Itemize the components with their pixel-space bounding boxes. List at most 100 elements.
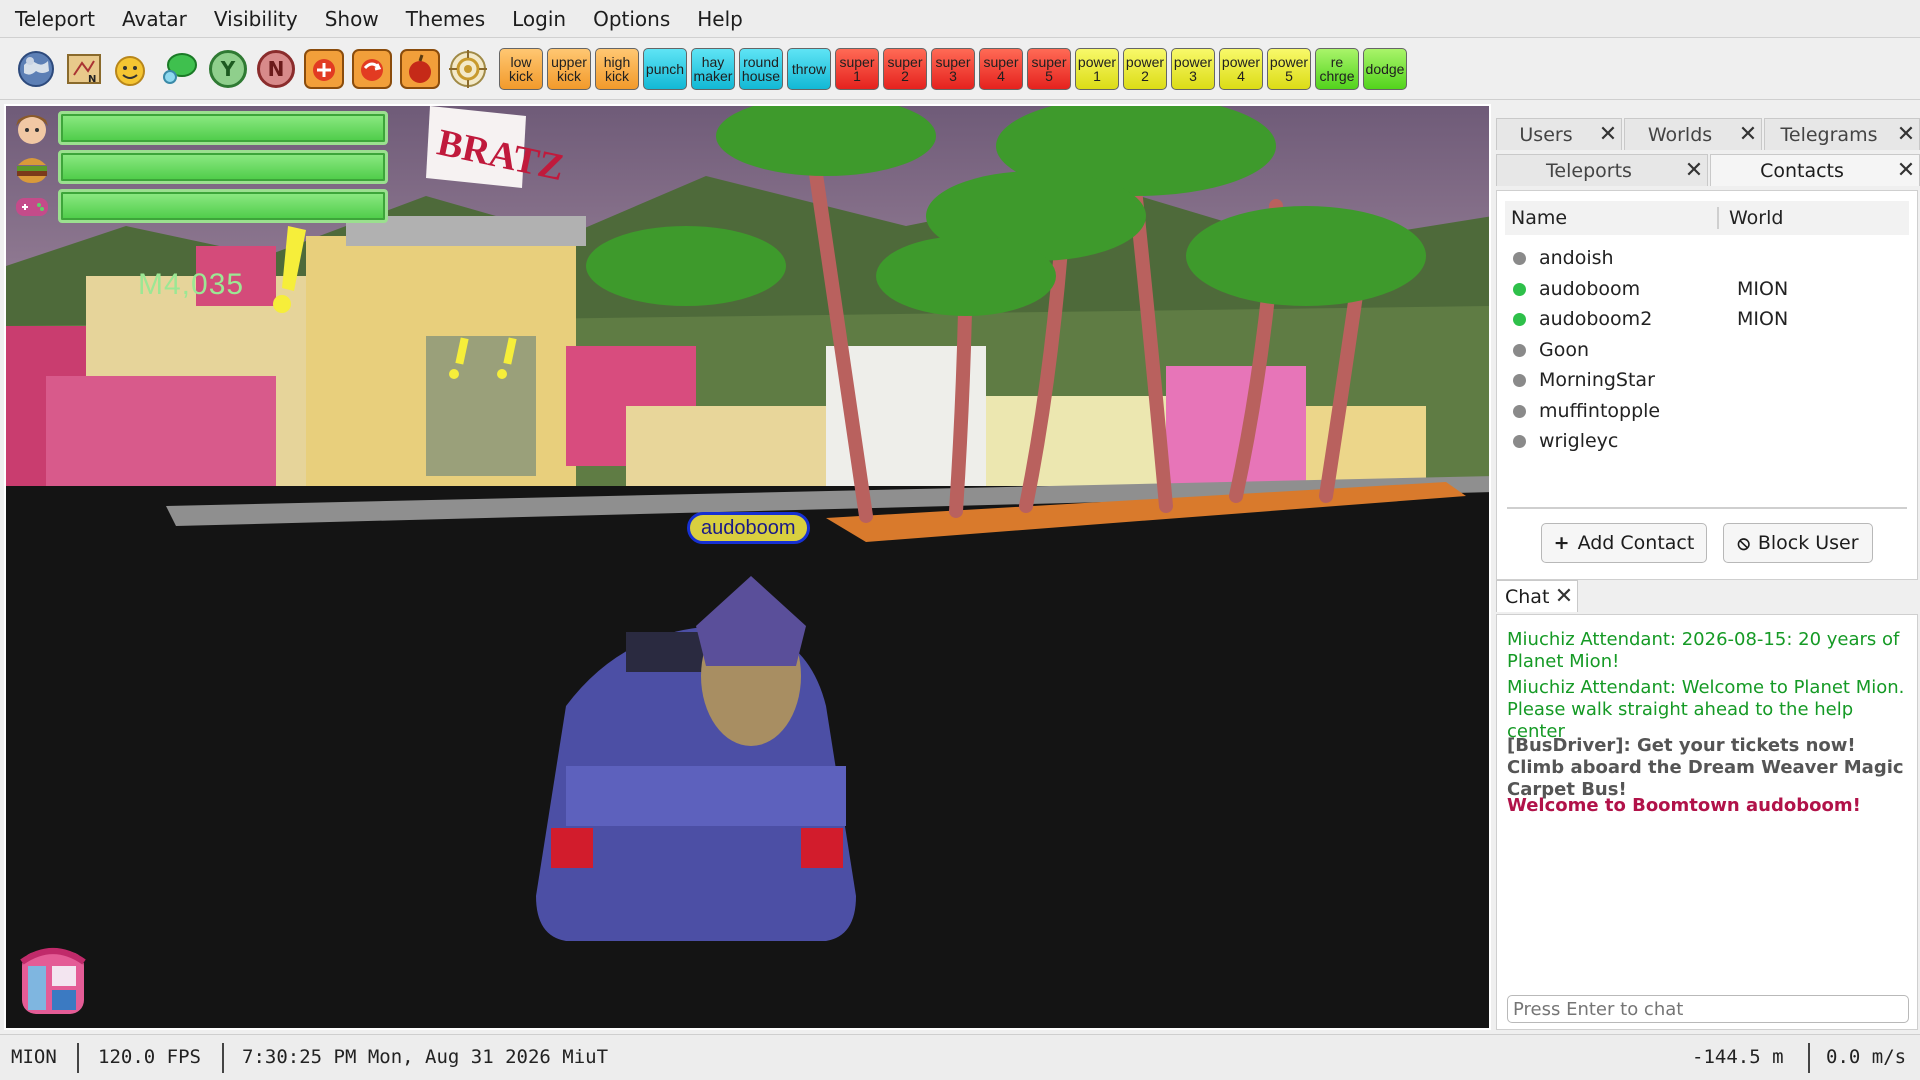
divider xyxy=(1507,507,1907,509)
combo-power-5[interactable]: power 5 xyxy=(1267,47,1311,90)
chat-message: Miuchiz Attendant: 2026-08-15: 20 years … xyxy=(1507,629,1900,672)
contacts-panel: Name World andoish audoboom MION audoboo… xyxy=(1496,190,1918,580)
chat-bubble-icon[interactable] xyxy=(159,48,201,90)
status-altitude: -144.5 m xyxy=(1692,1046,1784,1068)
contact-name: wrigleyc xyxy=(1539,430,1619,452)
menu-teleport[interactable]: Teleport xyxy=(6,0,104,38)
toolbar: N Y N low kick upper kick high kick punc… xyxy=(0,38,1920,100)
close-icon[interactable]: ✕ xyxy=(1551,584,1577,609)
stat-bar-face xyxy=(58,111,388,145)
contact-name: andoish xyxy=(1539,247,1614,269)
contact-row[interactable]: MorningStar xyxy=(1505,365,1909,395)
divider xyxy=(1808,1043,1810,1073)
no-icon[interactable]: N xyxy=(255,48,297,90)
close-icon[interactable]: ✕ xyxy=(1735,122,1761,147)
contact-name: Goon xyxy=(1539,339,1590,361)
food-icon xyxy=(12,149,52,185)
map-icon[interactable]: N xyxy=(63,48,105,90)
close-icon[interactable]: ✕ xyxy=(1595,122,1621,147)
player-nametag[interactable]: audoboom xyxy=(687,512,810,544)
close-icon[interactable]: ✕ xyxy=(1893,158,1919,183)
contact-row[interactable]: muffintopple xyxy=(1505,396,1909,426)
stat-bar-play xyxy=(58,189,388,223)
game-viewport[interactable]: BRATZ M4,035 audoboom xyxy=(4,104,1491,1030)
block-icon: ⦸ xyxy=(1737,532,1750,554)
contact-row[interactable]: wrigleyc xyxy=(1505,426,1909,456)
status-dot xyxy=(1513,312,1526,326)
globe-icon[interactable] xyxy=(15,48,57,90)
status-bar: MION 120.0 FPS 7:30:25 PM Mon, Aug 31 20… xyxy=(0,1034,1920,1080)
contact-row[interactable]: andoish xyxy=(1505,243,1909,273)
ticket-count: M4,035 xyxy=(138,268,245,301)
menu-visibility[interactable]: Visibility xyxy=(205,0,307,38)
combo-throw[interactable]: throw xyxy=(787,47,831,90)
contact-row[interactable]: Goon xyxy=(1505,335,1909,365)
status-dot xyxy=(1513,282,1526,296)
chat-message: [BusDriver]: Get your tickets now! Climb… xyxy=(1507,735,1904,800)
column-world[interactable]: World xyxy=(1719,207,1783,229)
tab-telegrams[interactable]: Telegrams ✕ xyxy=(1764,118,1920,150)
status-dot xyxy=(1513,251,1526,265)
chat-input[interactable] xyxy=(1507,995,1909,1023)
combo-punch[interactable]: punch xyxy=(643,47,687,90)
combo-hay-maker[interactable]: hay maker xyxy=(691,47,735,90)
status-fps: 120.0 FPS xyxy=(98,1046,201,1068)
combo-super-5[interactable]: super 5 xyxy=(1027,47,1071,90)
combo-dodge[interactable]: dodge xyxy=(1363,47,1407,90)
add-contact-button[interactable]: + Add Contact xyxy=(1541,523,1707,563)
stat-row-face xyxy=(12,110,388,146)
combo-super-3[interactable]: super 3 xyxy=(931,47,975,90)
contact-name: audoboom xyxy=(1539,278,1641,300)
combo-power-4[interactable]: power 4 xyxy=(1219,47,1263,90)
divider xyxy=(222,1043,224,1073)
shop-icon[interactable] xyxy=(14,942,92,1020)
column-name[interactable]: Name xyxy=(1505,207,1719,229)
menu-show[interactable]: Show xyxy=(316,0,388,38)
stat-bar-food xyxy=(58,150,388,184)
tab-worlds[interactable]: Worlds ✕ xyxy=(1624,118,1762,150)
apple-icon[interactable] xyxy=(399,48,441,90)
menu-themes[interactable]: Themes xyxy=(397,0,494,38)
emote-icon[interactable] xyxy=(111,48,153,90)
combo-power-1[interactable]: power 1 xyxy=(1075,47,1119,90)
combo-low-kick[interactable]: low kick xyxy=(499,47,543,90)
divider xyxy=(77,1043,79,1073)
contact-row[interactable]: audoboom2 MION xyxy=(1505,304,1909,334)
contact-world: MION xyxy=(1737,308,1789,330)
yes-icon[interactable]: Y xyxy=(207,48,249,90)
contact-row[interactable]: audoboom MION xyxy=(1505,274,1909,304)
combo-super-1[interactable]: super 1 xyxy=(835,47,879,90)
contact-world: MION xyxy=(1737,278,1789,300)
combo-recharge[interactable]: re chrge xyxy=(1315,47,1359,90)
combo-power-2[interactable]: power 2 xyxy=(1123,47,1167,90)
status-dot xyxy=(1513,404,1526,418)
tab-chat[interactable]: Chat ✕ xyxy=(1496,580,1578,612)
tab-teleports[interactable]: Teleports ✕ xyxy=(1496,154,1708,186)
block-user-button[interactable]: ⦸ Block User xyxy=(1723,523,1873,563)
close-icon[interactable]: ✕ xyxy=(1681,158,1707,183)
plus-icon: + xyxy=(1553,532,1570,554)
stat-row-play xyxy=(12,188,388,224)
combo-upper-kick[interactable]: upper kick xyxy=(547,47,591,90)
close-icon[interactable]: ✕ xyxy=(1893,122,1919,147)
menu-avatar[interactable]: Avatar xyxy=(113,0,196,38)
chat-message: Welcome to Boomtown audoboom! xyxy=(1507,795,1861,816)
tab-users[interactable]: Users ✕ xyxy=(1496,118,1622,150)
status-world: MION xyxy=(11,1046,57,1068)
teleport-plus-icon[interactable] xyxy=(303,48,345,90)
target-icon[interactable] xyxy=(447,48,489,90)
menu-options[interactable]: Options xyxy=(584,0,679,38)
contact-name: MorningStar xyxy=(1539,369,1655,391)
menu-login[interactable]: Login xyxy=(503,0,575,38)
teleport-return-icon[interactable] xyxy=(351,48,393,90)
tab-contacts[interactable]: Contacts ✕ xyxy=(1710,154,1920,186)
right-panel: Users ✕ Worlds ✕ Telegrams ✕ Teleports ✕… xyxy=(1494,100,1920,1030)
combo-super-2[interactable]: super 2 xyxy=(883,47,927,90)
combo-super-4[interactable]: super 4 xyxy=(979,47,1023,90)
combo-power-3[interactable]: power 3 xyxy=(1171,47,1215,90)
combo-round-house[interactable]: round house xyxy=(739,47,783,90)
game-scene: BRATZ xyxy=(6,106,1489,1028)
combo-high-kick[interactable]: high kick xyxy=(595,47,639,90)
menu-help[interactable]: Help xyxy=(688,0,752,38)
gamepad-icon xyxy=(12,188,52,224)
